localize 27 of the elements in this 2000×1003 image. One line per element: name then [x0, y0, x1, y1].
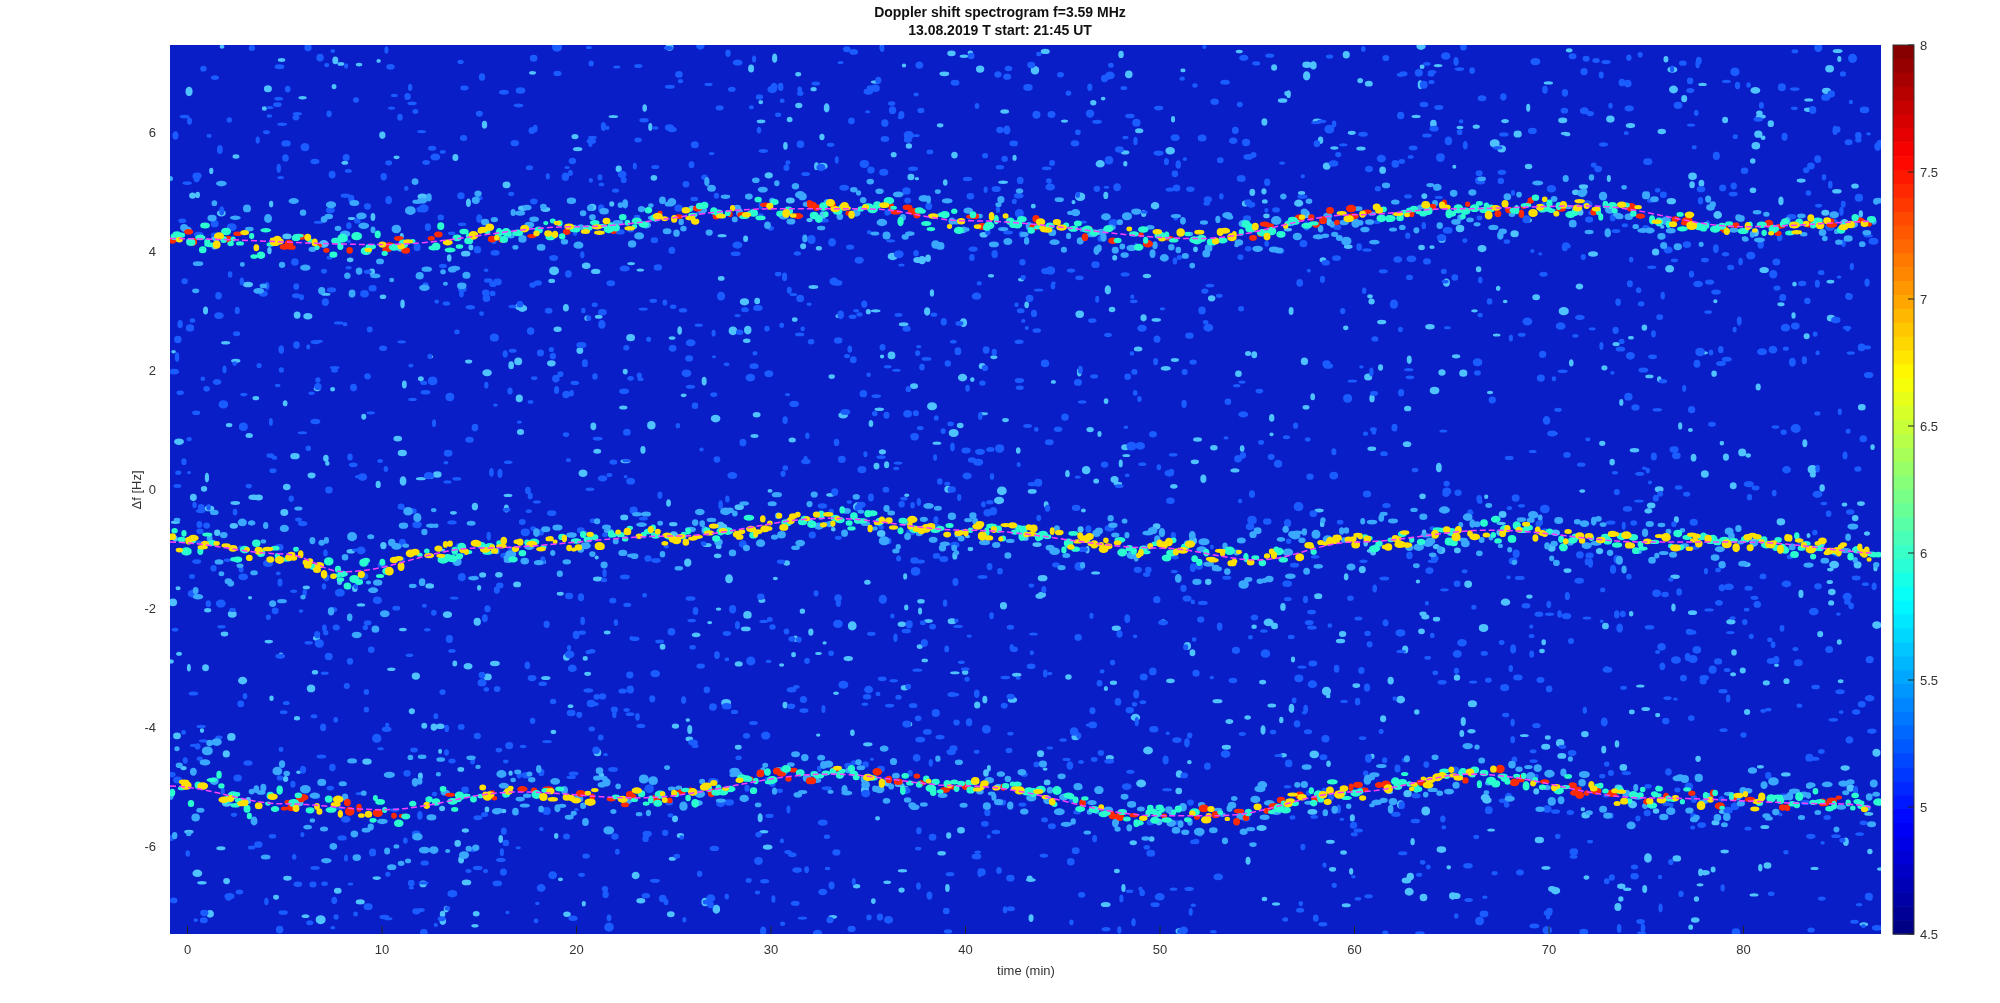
plot-title: Doppler shift spectrogram f=3.59 MHz 13.08.2019 T start: 21:45 UT — [874, 4, 1126, 38]
x-tick-label: 10 — [374, 942, 390, 957]
y-tick-label: 4 — [148, 243, 156, 259]
x-axis-label: time (min) — [997, 963, 1055, 978]
colorbar-tick-label: 4.5 — [1920, 927, 1939, 942]
colorbar-tick-label: 5.5 — [1920, 673, 1939, 688]
y-tick-label: 2 — [148, 362, 156, 378]
colorbar-tick-label: 7.5 — [1920, 165, 1939, 180]
colorbar-tick-label: 5 — [1920, 800, 1928, 815]
colorbar-tick-label: 8 — [1920, 38, 1928, 53]
x-tick-label: 30 — [763, 942, 779, 957]
colorbar-tick-label: 6 — [1920, 546, 1928, 561]
colorbar-tick-label: 6.5 — [1920, 419, 1939, 434]
colorbar-tick-label: 7 — [1920, 292, 1928, 307]
y-axis-label: Δf [Hz] — [129, 470, 144, 510]
y-tick-label: -4 — [144, 719, 156, 735]
x-tick-label: 20 — [569, 942, 584, 957]
y-tick-label: -2 — [144, 600, 156, 616]
y-tick-label: -6 — [144, 838, 156, 854]
x-tick-label: 80 — [1736, 942, 1751, 957]
y-tick-label: 0 — [148, 481, 156, 497]
x-tick-label: 70 — [1541, 942, 1557, 957]
x-tick-label: 50 — [1152, 942, 1168, 957]
x-tick-label: 60 — [1347, 942, 1362, 957]
x-tick-label: 40 — [958, 942, 973, 957]
x-tick-label: 0 — [183, 942, 192, 957]
y-tick-label: 6 — [148, 124, 156, 140]
